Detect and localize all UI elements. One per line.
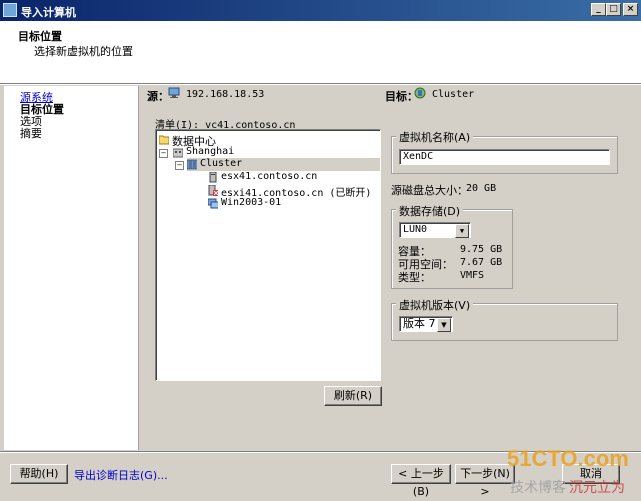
folder-icon [159,135,169,145]
svg-text:沉元立为: 沉元立为 [569,480,625,496]
vm-name-input[interactable]: XenDC [399,149,610,165]
vm-version-selected-value: 版本 7 [403,317,436,330]
collapse-cluster-icon[interactable]: − [175,161,184,170]
help-button[interactable]: 帮助(H) [10,464,68,484]
type-label: 类型： [398,271,431,284]
dropdown-arrow-icon[interactable]: ▼ [455,224,469,238]
title-bar: 导入计算机 _ □ × [0,0,641,21]
inventory-tree[interactable]: 数据中心 − Shanghai − Cluster esx41.contoso.… [155,129,381,381]
source-value: 192.168.18.53 [186,89,265,100]
export-log-link[interactable]: 导出诊断日志(G)... [74,467,168,483]
free-space-value: 7.67 GB [460,257,503,268]
back-button[interactable]: < 上一步(B) [391,464,451,498]
cluster-icon [187,159,197,170]
datastore-select[interactable]: LUN0 ▼ [399,222,471,238]
maximize-button[interactable]: □ [606,3,621,16]
disk-total-label: 源磁盘总大小： [391,184,468,197]
header-title: 目标位置 [18,30,62,43]
collapse-shanghai-icon[interactable]: − [159,149,168,158]
tree-node-label: esx41.contoso.cn [221,171,318,182]
disk-total-value: 20 GB [466,183,497,194]
dropdown-arrow-icon[interactable]: ▼ [437,318,451,332]
source-computer-icon [168,87,180,98]
svg-text:技术博客: 技术博客 [510,479,566,496]
vm-version-legend: 虚拟机版本(V) [396,297,474,313]
minimize-button[interactable]: _ [591,3,606,16]
wizard-header: 目标位置 选择新虚拟机的位置 [0,21,641,83]
host-disconnected-icon [208,185,218,196]
app-icon [3,3,17,17]
window-title: 导入计算机 [21,6,76,19]
svg-text:51CTO.com: 51CTO.com [507,446,629,471]
step-summary: 摘要 [20,127,42,140]
target-cluster-icon [414,87,426,99]
host-icon [209,172,217,183]
tree-node-label: Cluster [200,158,243,169]
type-value: VMFS [460,270,485,281]
vm-icon [208,198,218,209]
tree-node-label: Win2003-01 [221,197,282,208]
datacenter-icon [173,148,183,158]
target-value: Cluster [432,89,475,100]
tree-node-label: Shanghai [186,146,235,157]
header-divider [0,83,641,85]
datastore-legend: 数据存储(D) [396,203,464,219]
vm-version-select[interactable]: 版本 7 ▼ [399,316,453,332]
tree-node-cluster-selected[interactable]: Cluster [187,158,380,171]
source-label: 源： [147,90,169,103]
capacity-value: 9.75 GB [460,244,503,255]
close-button[interactable]: × [623,3,638,16]
wizard-steps: 源系统 目标位置 选项 摘要 [4,86,139,450]
refresh-button[interactable]: 刷新(R) [324,386,382,406]
datastore-selected-value: LUN0 [403,224,428,235]
header-subtitle: 选择新虚拟机的位置 [34,45,133,58]
vm-name-legend: 虚拟机名称(A) [396,129,474,145]
watermark-logo: 51CTO.com 技术博客 沉元立为 [507,446,629,496]
